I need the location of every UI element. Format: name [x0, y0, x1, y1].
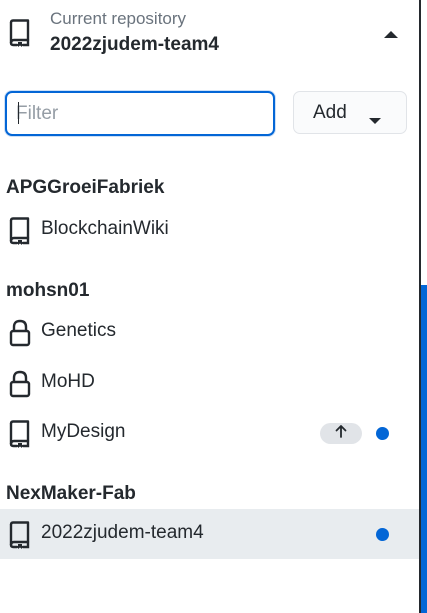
repository-list-panel: Current repository 2022zjudem-team4 Add …	[0, 0, 419, 613]
list-item-mydesign[interactable]: MyDesign	[0, 408, 419, 458]
list-item-mohd[interactable]: MoHD	[0, 358, 419, 408]
text-cursor	[18, 102, 19, 124]
repo-name: Genetics	[41, 320, 116, 341]
group-title-mohsn01: mohsn01	[6, 280, 90, 301]
caret-up-icon[interactable]	[383, 26, 399, 44]
repo-name: MoHD	[41, 371, 95, 392]
caret-down-icon	[368, 109, 382, 131]
filter-input[interactable]	[7, 101, 258, 126]
repo-name: 2022zjudem-team4	[41, 522, 204, 543]
list-item-blockchainwiki[interactable]: BlockchainWiki	[0, 205, 419, 255]
arrow-up-icon	[335, 424, 347, 443]
changes-indicator-dot	[376, 528, 389, 541]
ahead-badge	[320, 423, 362, 444]
lock-icon	[8, 370, 32, 403]
group-title-nexmaker-fab: NexMaker-Fab	[6, 483, 136, 504]
changes-indicator-dot	[376, 427, 389, 440]
current-repository-name: 2022zjudem-team4	[50, 34, 219, 55]
list-item-2022zjudem-team4[interactable]: 2022zjudem-team4	[0, 509, 419, 559]
lock-icon	[8, 319, 32, 352]
repo-icon	[8, 521, 32, 554]
current-repository-label: Current repository	[50, 9, 187, 28]
accent-stripe	[421, 285, 427, 613]
repo-icon	[8, 217, 32, 250]
repo-icon	[8, 19, 32, 52]
group-title-apggroeifabriek: APGGroeiFabriek	[6, 177, 165, 198]
repo-icon	[8, 420, 32, 453]
repo-name: MyDesign	[41, 421, 126, 442]
add-button[interactable]: Add	[293, 91, 407, 134]
repo-name: BlockchainWiki	[41, 218, 169, 239]
background-edge	[421, 0, 427, 613]
list-item-genetics[interactable]: Genetics	[0, 307, 419, 357]
filter-field[interactable]	[5, 91, 275, 136]
add-button-label: Add	[313, 102, 347, 123]
current-repository-header[interactable]: Current repository 2022zjudem-team4	[0, 0, 419, 66]
